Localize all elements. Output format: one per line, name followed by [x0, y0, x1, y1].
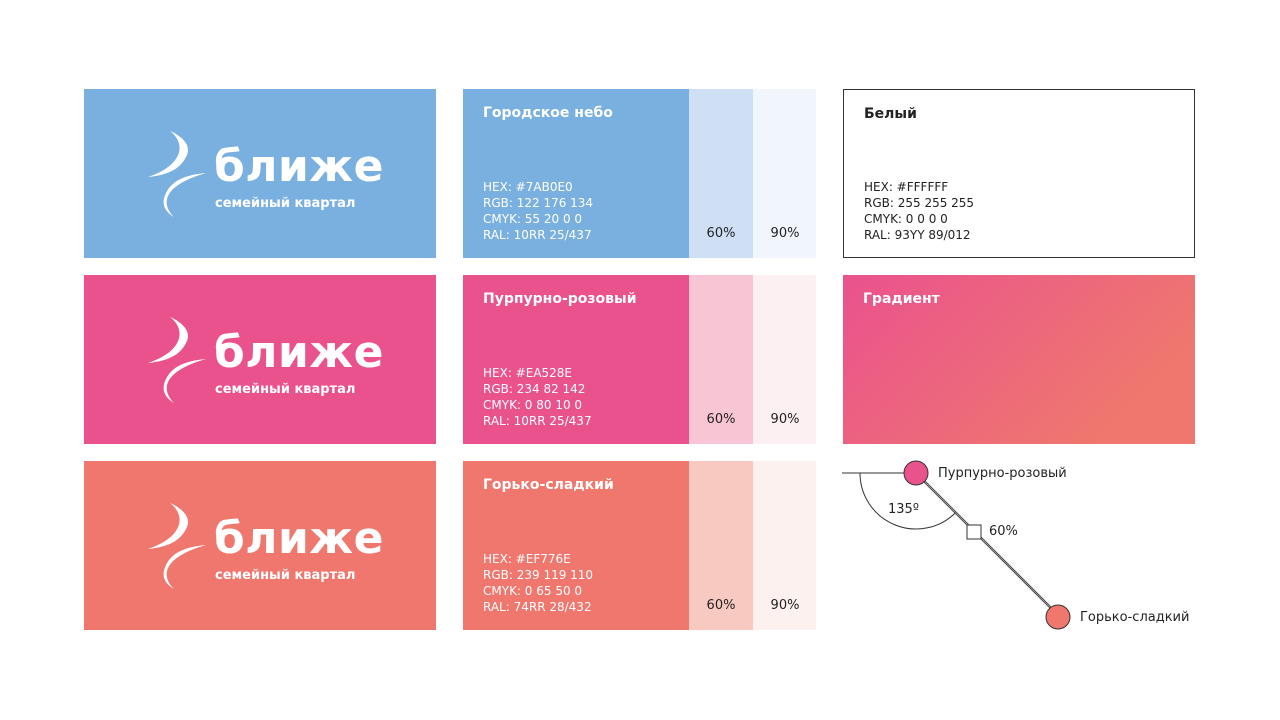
color-cmyk: CMYK: 55 20 0 0: [483, 212, 583, 226]
tint-60-label: 60%: [706, 226, 736, 241]
gradient-start-marker: [903, 460, 929, 486]
gradient-name: Градиент: [863, 291, 940, 307]
color-rgb: RGB: 239 119 110: [483, 568, 594, 582]
swatch-purple-pink: Пурпурно-розовый HEX: #EA528E RGB: 234 8…: [463, 275, 816, 444]
color-ral: RAL: 10RR 25/437: [483, 228, 592, 242]
gradient-midpoint-marker: [966, 524, 982, 540]
tint-90-label: 90%: [770, 412, 800, 427]
logo-card-coral: ближе семейный квартал: [84, 461, 436, 630]
color-ral: RAL: 93YY 89/012: [864, 228, 971, 242]
gradient-diagram-graphic: [842, 460, 1071, 630]
color-name: Белый: [864, 106, 917, 122]
gradient-stop-label: 60%: [989, 524, 1018, 539]
logo-card-pink: ближе семейный квартал: [84, 275, 436, 444]
color-codes: HEX: #EA528E RGB: 234 82 142 CMYK: 0 80 …: [483, 365, 592, 429]
color-hex: HEX: #EF776E: [483, 552, 571, 566]
tint-60-label: 60%: [706, 598, 736, 613]
color-ral: RAL: 74RR 28/432: [483, 600, 592, 614]
gradient-end-label: Горько-сладкий: [1080, 610, 1190, 625]
gradient-end-marker: [1045, 604, 1071, 630]
color-rgb: RGB: 122 176 134: [483, 196, 594, 210]
gradient-start-label: Пурпурно-розовый: [938, 466, 1067, 481]
swatch-city-sky: Городское небо HEX: #7AB0E0 RGB: 122 176…: [463, 89, 816, 258]
logo-mark-icon: [148, 131, 206, 217]
color-ral: RAL: 10RR 25/437: [483, 414, 592, 428]
logo-tagline: семейный квартал: [215, 568, 356, 583]
color-hex: HEX: #7AB0E0: [483, 180, 573, 194]
color-codes: HEX: #EF776E RGB: 239 119 110 CMYK: 0 65…: [483, 551, 593, 615]
color-cmyk: CMYK: 0 65 50 0: [483, 584, 583, 598]
swatch-white: Белый HEX: #FFFFFF RGB: 255 255 255 CMYK…: [843, 89, 1195, 258]
color-name: Городское небо: [483, 105, 613, 121]
logo-mark-icon: [148, 503, 206, 589]
color-cmyk: CMYK: 0 0 0 0: [864, 212, 948, 226]
color-hex: HEX: #EA528E: [483, 366, 573, 380]
color-name: Пурпурно-розовый: [483, 291, 637, 307]
gradient-diagram: 135º Пурпурно-розовый 60% Горько-сладкий: [840, 455, 1200, 635]
color-hex: HEX: #FFFFFF: [864, 180, 949, 194]
color-cmyk: CMYK: 0 80 10 0: [483, 398, 583, 412]
color-name: Горько-сладкий: [483, 477, 614, 493]
logo-wordmark: ближе: [214, 513, 384, 564]
tint-90-label: 90%: [770, 226, 800, 241]
color-rgb: RGB: 234 82 142: [483, 382, 586, 396]
logo-mark-icon: [148, 317, 206, 403]
tint-90-label: 90%: [770, 598, 800, 613]
swatch-gradient: Градиент: [843, 275, 1195, 444]
swatch-bittersweet: Горько-сладкий HEX: #EF776E RGB: 239 119…: [463, 461, 816, 630]
color-codes: HEX: #7AB0E0 RGB: 122 176 134 CMYK: 55 2…: [483, 179, 593, 243]
logo-tagline: семейный квартал: [215, 382, 356, 397]
logo-card-blue: ближе семейный квартал: [84, 89, 436, 258]
logo-wordmark: ближе: [214, 327, 384, 378]
color-codes: HEX: #FFFFFF RGB: 255 255 255 CMYK: 0 0 …: [864, 179, 974, 243]
color-rgb: RGB: 255 255 255: [864, 196, 975, 210]
gradient-angle-label: 135º: [888, 502, 919, 517]
logo-tagline: семейный квартал: [215, 196, 356, 211]
tint-60-label: 60%: [706, 412, 736, 427]
logo-wordmark: ближе: [214, 141, 384, 192]
